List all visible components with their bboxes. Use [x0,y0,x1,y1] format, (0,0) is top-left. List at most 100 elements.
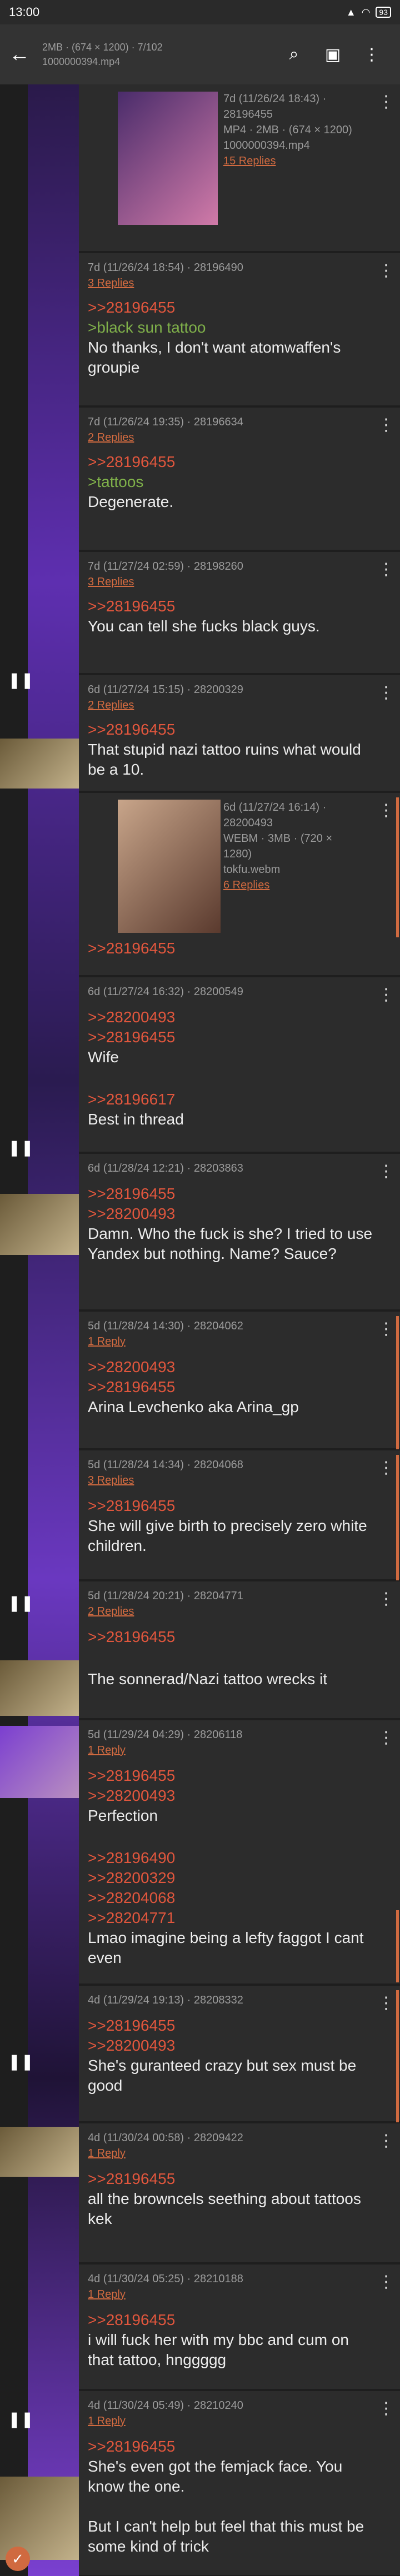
replies-link[interactable]: 1 Reply [88,2287,374,2302]
overflow-menu-icon[interactable]: ⋮ [352,45,391,64]
post-menu-icon[interactable]: ⋮ [378,560,394,579]
post-menu-icon[interactable]: ⋮ [378,2399,394,2418]
post-body: No thanks, I don't want atomwaffen's gro… [88,339,341,376]
post-thumbnail[interactable] [0,1726,79,1798]
replies-link[interactable]: 15 Replies [223,153,374,169]
quote-link[interactable]: >>28196455 [88,298,374,318]
quote-link[interactable]: >>28196455 [88,2310,374,2330]
post-menu-icon[interactable]: ⋮ [378,1319,394,1339]
post-menu-icon[interactable]: ⋮ [378,985,394,1005]
replies-link[interactable]: 2 Replies [88,430,374,445]
thread-post[interactable]: 7d (11/26/24 19:35) · 28196634 2 Replies… [79,408,400,551]
post-menu-icon[interactable]: ⋮ [378,92,394,112]
quote-link[interactable]: >>28196455 [88,1027,374,1047]
thread-post[interactable]: 7d (11/26/24 18:54) · 28196490 3 Replies… [79,253,400,406]
quote-link[interactable]: >>28204771 [88,1908,374,1928]
wifi-icon: ◠ [361,6,371,18]
quote-link[interactable]: >>28196455 [88,1184,374,1204]
check-fab-icon[interactable]: ✓ [6,2547,30,2571]
quote-link[interactable]: >>28196455 [88,2016,374,2036]
thread-post[interactable]: 7d (11/27/24 02:59) · 28198260 3 Replies… [79,552,400,674]
search-icon[interactable]: ⌕ [274,45,313,64]
thread-post[interactable]: 4d (11/30/24 05:49) · 28210240 1 Reply >… [79,2391,400,2576]
pause-icon[interactable]: ❚❚ [8,2410,34,2432]
post-menu-icon[interactable]: ⋮ [378,683,394,702]
post-menu-icon[interactable]: ⋮ [378,2272,394,2292]
pause-icon[interactable]: ❚❚ [8,2052,34,2075]
post-menu-icon[interactable]: ⋮ [378,415,394,435]
quote-link[interactable]: >>28200493 [88,1357,374,1377]
quote-link[interactable]: >>28196490 [88,1848,374,1868]
thread-post[interactable]: 5d (11/28/24 14:30) · 28204062 1 Reply >… [79,1312,400,1449]
post-body: Wife [88,1048,119,1066]
thread-post[interactable]: 5d (11/28/24 14:34) · 28204068 3 Replies… [79,1450,400,1580]
post-body: The sonnerad/Nazi tattoo wrecks it [88,1670,328,1688]
quote-link[interactable]: >>28196455 [88,596,374,616]
thread-post[interactable]: 6d (11/27/24 16:32) · 28200549 >>2820049… [79,977,400,1153]
thread-post[interactable]: 5d (11/29/24 04:29) · 28206118 1 Reply >… [79,1720,400,1985]
post-body: Best in thread [88,1111,184,1128]
quote-link[interactable]: >>28196455 [88,1766,374,1786]
replies-link[interactable]: 1 Reply [88,2146,374,2161]
thread-post[interactable]: 5d (11/28/24 20:21) · 28204771 2 Replies… [79,1581,400,1719]
quote-link[interactable]: >>28196455 [88,938,175,958]
pause-icon[interactable]: ❚❚ [8,1594,34,1616]
post-body: She's guranteed crazy but sex must be go… [88,2057,357,2094]
replies-link[interactable]: 2 Replies [88,1604,374,1619]
quote-link[interactable]: >>28204068 [88,1888,374,1908]
pause-icon[interactable]: ❚❚ [8,671,34,693]
post-thumbnail[interactable] [0,739,79,789]
post-thumbnail[interactable] [118,800,221,933]
thread-post[interactable]: 4d (11/29/24 19:13) · 28208332 >>2819645… [79,1986,400,2122]
post-menu-icon[interactable]: ⋮ [378,1589,394,1609]
replies-link[interactable]: 1 Reply [88,1743,374,1758]
media-title: 2MB · (674 × 1200) · 7/102 1000000394.mp… [42,42,163,67]
post-thumbnail[interactable] [0,1194,79,1255]
post-body: all the browncels seething about tattoos… [88,2190,361,2227]
quote-link[interactable]: >>28196455 [88,452,374,472]
replies-link[interactable]: 6 Replies [223,877,374,893]
highlight-marker [396,1455,399,1580]
post-thumbnail[interactable] [0,1660,79,1716]
post-menu-icon[interactable]: ⋮ [378,801,394,820]
quote-link[interactable]: >>28196455 [88,2437,374,2457]
quote-link[interactable]: >>28196455 [88,1377,374,1397]
quote-link[interactable]: >>28196455 [88,2169,374,2189]
post-thumbnail[interactable] [118,92,218,225]
replies-link[interactable]: 3 Replies [88,275,374,291]
thread-post[interactable]: 4d (11/30/24 05:25) · 28210188 1 Reply >… [79,2264,400,2390]
replies-link[interactable]: 1 Reply [88,2413,374,2429]
post-body: But I can't help but feel that this must… [88,2518,364,2555]
quote-link[interactable]: >>28200493 [88,1204,374,1224]
quote-link[interactable]: >>28196455 [88,1496,374,1516]
replies-link[interactable]: 3 Replies [88,1473,374,1488]
post-thumbnail[interactable] [0,2127,79,2177]
replies-link[interactable]: 1 Reply [88,1334,374,1349]
replies-link[interactable]: 3 Replies [88,574,374,590]
post-menu-icon[interactable]: ⋮ [378,1728,394,1748]
quote-link[interactable]: >>28196617 [88,1089,374,1109]
thread-post[interactable]: 6d (11/28/24 12:21) · 28203863 >>2819645… [79,1154,400,1310]
pause-icon[interactable]: ❚❚ [8,1138,34,1161]
battery-icon: 93 [376,7,391,18]
status-bar: 13:00 ▲ ◠ 93 [0,0,400,24]
thread-post[interactable]: 4d (11/30/24 00:58) · 28209422 1 Reply >… [79,2123,400,2263]
greentext: >black sun tattoo [88,319,206,336]
gallery-icon[interactable]: ▣ [313,45,352,64]
quote-link[interactable]: >>28200493 [88,1007,374,1027]
quote-link[interactable]: >>28196455 [88,1627,374,1647]
quote-link[interactable]: >>28200329 [88,1868,374,1888]
quote-link[interactable]: >>28200493 [88,1786,374,1806]
post-body: Lmao imagine being a lefty faggot I cant… [88,1929,364,1966]
quote-link[interactable]: >>28200493 [88,2036,374,2056]
post-menu-icon[interactable]: ⋮ [378,1162,394,1181]
post-menu-icon[interactable]: ⋮ [378,261,394,280]
quote-link[interactable]: >>28196455 [88,720,374,740]
thread-post[interactable]: 6d (11/27/24 15:15) · 28200329 2 Replies… [79,675,400,792]
back-arrow-icon[interactable]: ← [9,43,42,67]
post-menu-icon[interactable]: ⋮ [378,2131,394,2151]
post-menu-icon[interactable]: ⋮ [378,1458,394,1478]
replies-link[interactable]: 2 Replies [88,697,374,713]
post-menu-icon[interactable]: ⋮ [378,1993,394,2013]
highlight-marker [396,797,399,937]
